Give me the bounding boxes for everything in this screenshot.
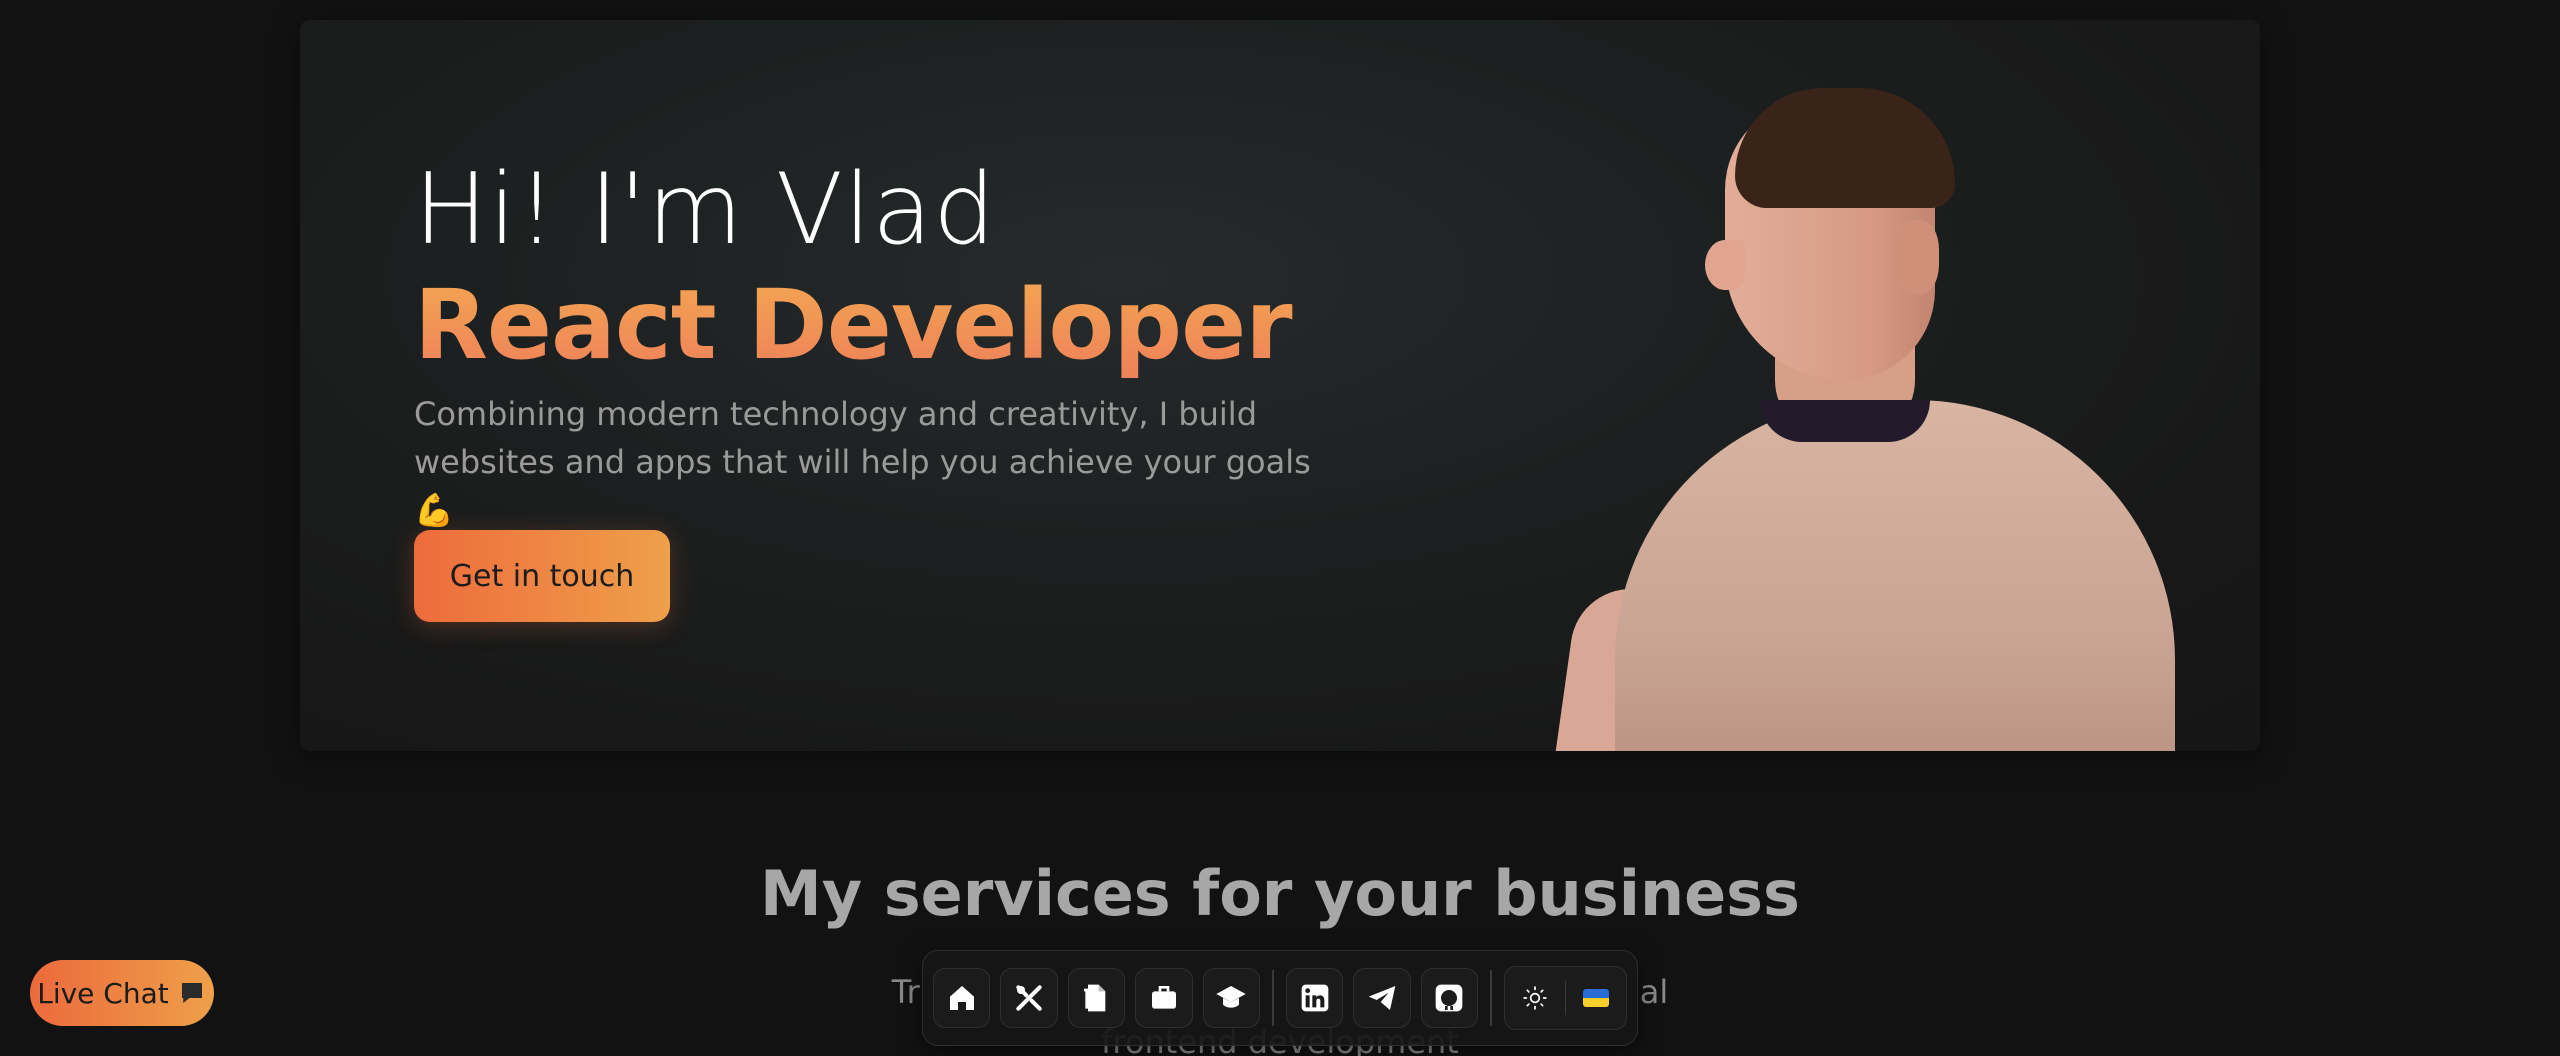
portrait-image [1551,70,2195,751]
portrait-ear [1895,220,1939,294]
home-icon [949,986,974,1010]
hero-section: Hi! I'm Vlad React Developer Combining m… [300,20,2260,751]
live-chat-button[interactable]: Live Chat [30,960,214,1026]
services-subtitle-right: al [1639,973,1669,1011]
language-toggle[interactable] [1574,976,1618,1020]
telegram-icon [1368,986,1396,1010]
hero-greeting: Hi! I'm Vlad [414,153,997,267]
services-subtitle-left: Tr [891,973,920,1011]
dock-divider [1271,970,1274,1026]
telegram-button[interactable] [1353,968,1411,1028]
portfolio-button[interactable] [1135,968,1193,1028]
portrait-nose [1705,240,1745,290]
tools-icon [1016,985,1042,1011]
hero-role: React Developer [414,266,1414,384]
linkedin-button[interactable] [1285,968,1344,1028]
graduation-cap-icon [1216,986,1246,1008]
bottom-dock [922,950,1638,1046]
live-chat-label: Live Chat [37,976,169,1010]
linkedin-icon [1301,984,1328,1012]
settings-divider [1564,981,1566,1015]
document-icon [1084,984,1106,1012]
hero-tagline: Combining modern technology and creativi… [414,395,1311,529]
ukraine-flag-icon [1582,989,1609,1007]
portrait-hair [1735,88,1955,208]
chat-bubble-icon [181,983,202,1003]
education-button[interactable] [1202,968,1260,1028]
services-button[interactable] [1000,968,1058,1028]
services-title: My services for your business [760,857,1800,930]
theme-toggle[interactable] [1513,976,1557,1020]
sun-icon [1523,986,1547,1010]
page: Hi! I'm Vlad React Developer Combining m… [0,0,2560,1056]
briefcase-icon [1151,986,1176,1009]
github-icon [1435,984,1463,1012]
dock-divider [1490,970,1492,1026]
settings-group [1503,966,1627,1030]
portrait-collar [1760,400,1930,442]
hero-text: Hi! I'm Vlad React Developer Combining m… [414,150,1414,534]
github-button[interactable] [1420,968,1479,1028]
portrait-shirt [1615,400,2175,751]
documents-button[interactable] [1067,968,1126,1028]
get-in-touch-button[interactable]: Get in touch [414,530,670,622]
home-button[interactable] [933,968,991,1028]
